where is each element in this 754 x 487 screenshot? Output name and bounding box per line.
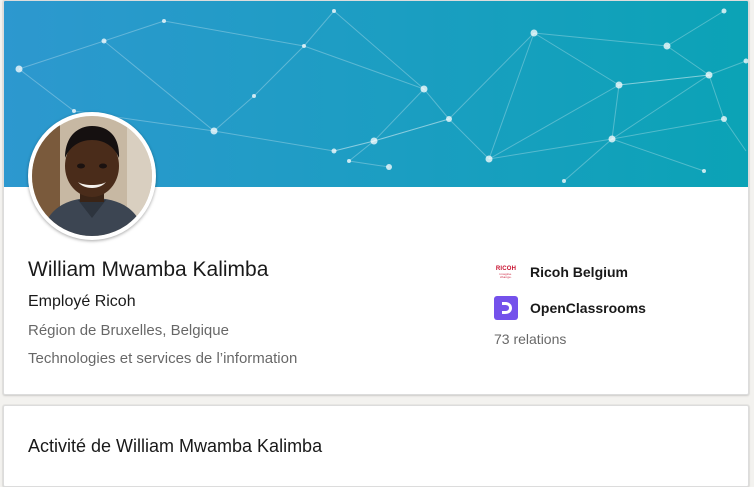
activity-card: Activité de William Mwamba Kalimba: [3, 405, 749, 487]
avatar-frame: [28, 112, 156, 240]
activity-heading: Activité de William Mwamba Kalimba: [28, 436, 323, 456]
ricoh-logo-tagline: imagine. change.: [499, 271, 513, 279]
profile-location: Région de Bruxelles, Belgique: [28, 322, 229, 339]
openclassrooms-logo-icon: [494, 296, 518, 320]
profile-card: William Mwamba Kalimba Employé Ricoh Rég…: [3, 0, 749, 395]
avatar[interactable]: [32, 116, 152, 236]
profile-name: William Mwamba Kalimba: [28, 258, 269, 281]
ricoh-logo-text: RICOH: [495, 265, 517, 272]
education-name: OpenClassrooms: [530, 300, 646, 316]
ricoh-logo-icon: RICOH imagine. change.: [494, 260, 518, 284]
profile-side-panel: RICOH imagine. change. Ricoh Belgium Ope…: [494, 259, 734, 347]
current-company-name: Ricoh Belgium: [530, 264, 629, 280]
profile-industry: Technologies et services de l’informatio…: [28, 350, 298, 367]
education-link[interactable]: OpenClassrooms: [494, 295, 734, 321]
profile-photo-icon: [32, 116, 152, 236]
connections-count-link[interactable]: 73 relations: [494, 331, 734, 347]
profile-headline: Employé Ricoh: [28, 293, 136, 310]
current-company-link[interactable]: RICOH imagine. change. Ricoh Belgium: [494, 259, 734, 285]
